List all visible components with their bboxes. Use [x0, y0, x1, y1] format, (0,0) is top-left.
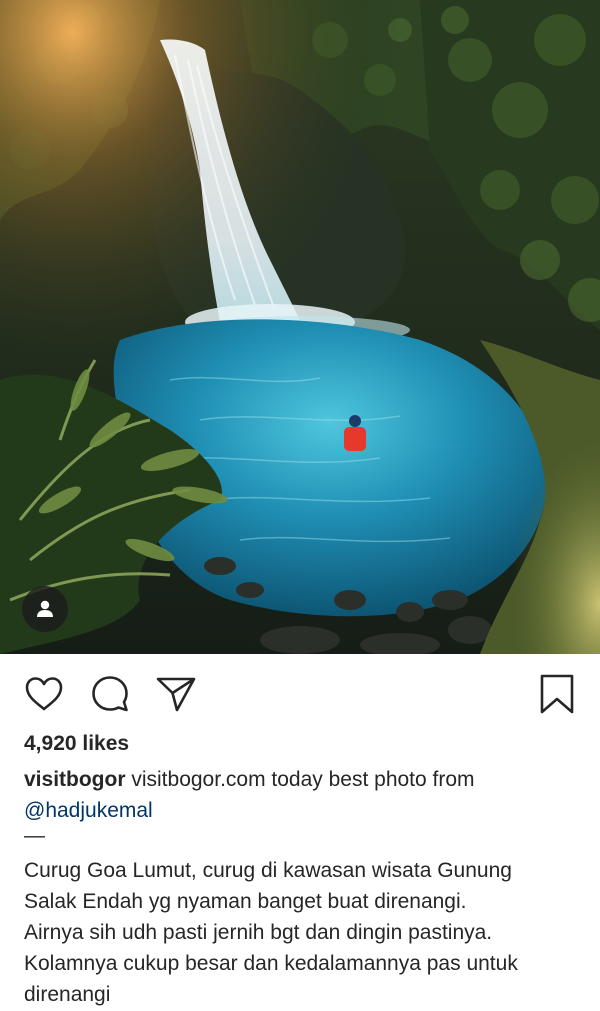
post-action-bar — [0, 654, 600, 732]
likes-count[interactable]: 4,920 likes — [24, 731, 129, 757]
bookmark-outline-icon — [539, 673, 575, 715]
heart-outline-icon — [24, 676, 64, 712]
caption-body-line: direnangi — [24, 983, 111, 1006]
post-caption: visitbogor visitbogor.com today best pho… — [24, 764, 584, 850]
comment-button[interactable] — [88, 672, 132, 716]
caption-body: Curug Goa Lumut, curug di kawasan wisata… — [24, 855, 584, 1010]
post-photo[interactable] — [0, 0, 600, 654]
caption-first-line: visitbogor visitbogor.com today best pho… — [24, 764, 584, 795]
caption-username[interactable]: visitbogor — [24, 768, 126, 791]
like-button[interactable] — [22, 672, 66, 716]
caption-body-line: Salak Endah yg nyaman banget buat direna… — [24, 890, 467, 913]
caption-body-line: Airnya sih udh pasti jernih bgt dan ding… — [24, 921, 493, 944]
person-icon — [35, 599, 55, 619]
caption-body-line: Kolamnya cukup besar dan kedalamannya pa… — [24, 952, 518, 975]
caption-body-line: Curug Goa Lumut, curug di kawasan wisata… — [24, 859, 512, 882]
save-button[interactable] — [535, 672, 579, 716]
share-button[interactable] — [154, 672, 198, 716]
comment-bubble-icon — [90, 674, 130, 714]
caption-dash: — — [24, 824, 45, 847]
caption-mention[interactable]: @hadjukemal — [24, 795, 584, 826]
tagged-user-badge[interactable] — [22, 586, 68, 632]
paper-plane-icon — [155, 675, 197, 713]
caption-text-start: visitbogor.com today best photo from — [125, 768, 475, 791]
